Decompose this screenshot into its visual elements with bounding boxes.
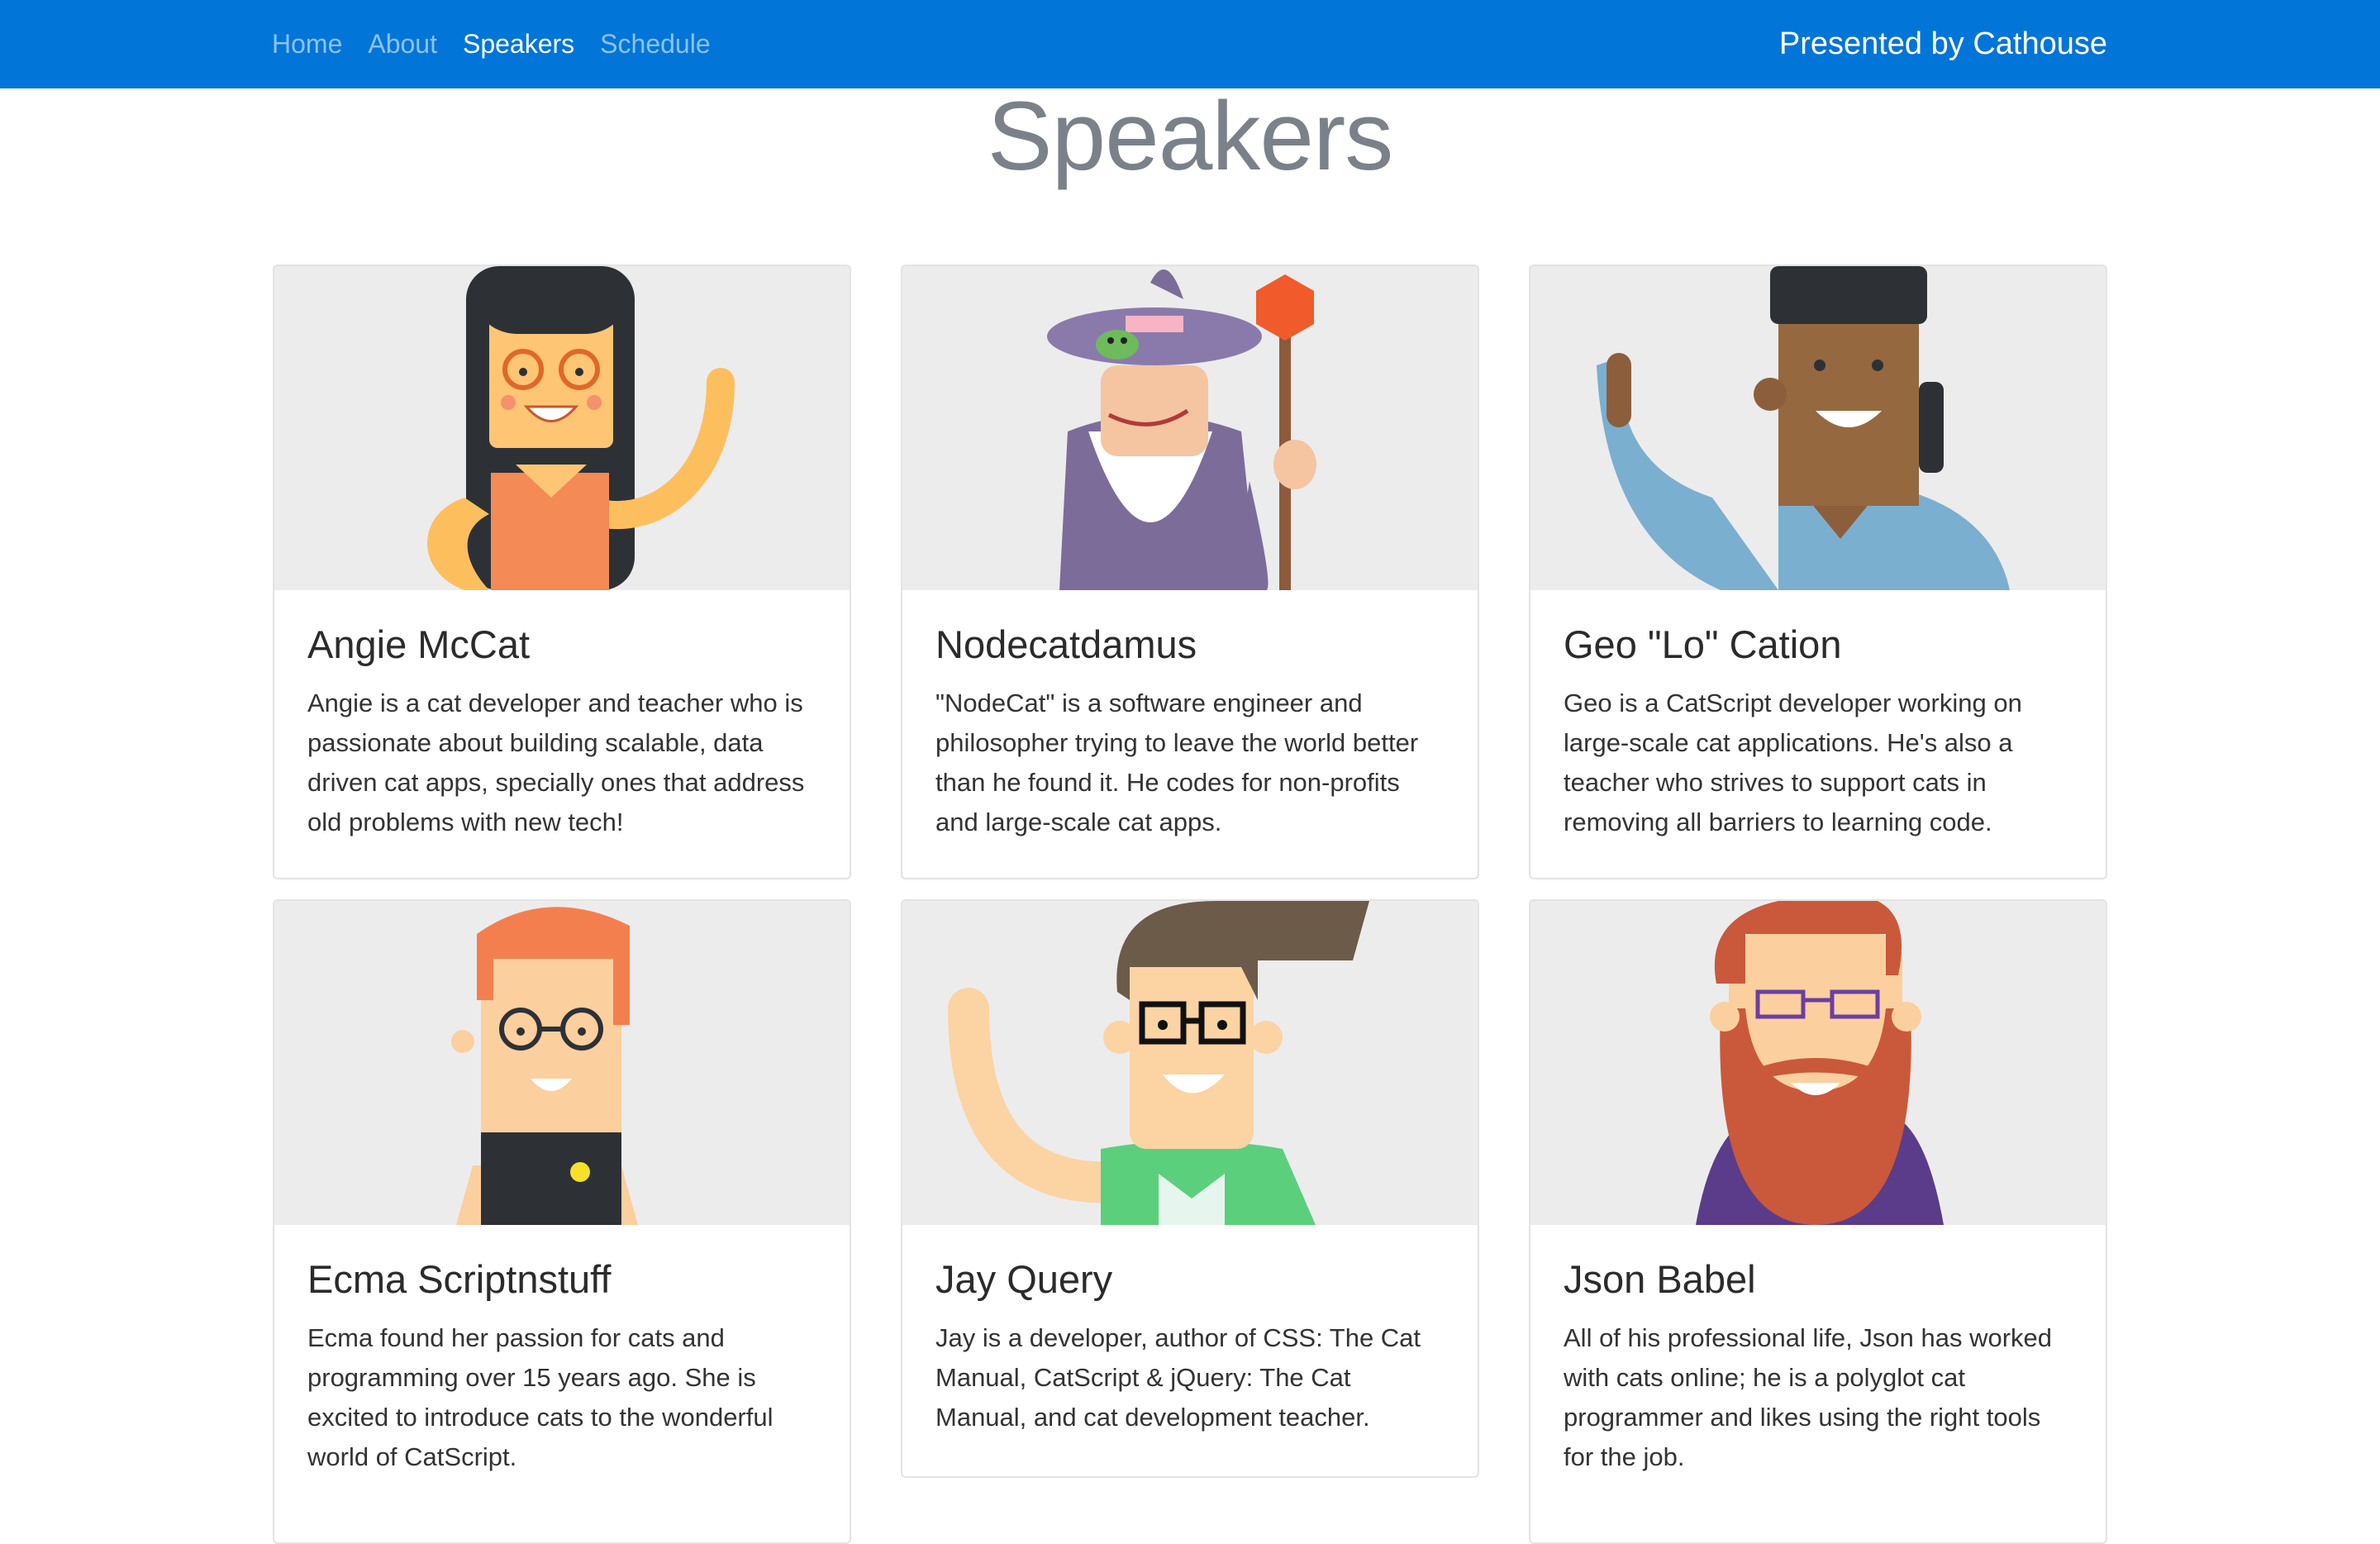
speaker-name: Ecma Scriptnstuff [307, 1257, 612, 1301]
speaker-name: Jay Query [935, 1257, 1113, 1301]
speaker-name: Nodecatdamus [935, 622, 1197, 666]
brand-text: Presented by Cathouse [1778, 26, 2107, 61]
speaker-illustration [902, 901, 1478, 1225]
card-body: Jay Query Jay is a developer, author of … [902, 1225, 1478, 1437]
speaker-illustration [1530, 266, 2106, 590]
speaker-name: Json Babel [1564, 1257, 1756, 1301]
speaker-illustration [274, 901, 850, 1225]
card-body: Json Babel All of his professional life,… [1530, 1225, 2106, 1477]
speaker-bio: Ecma found her passion for cats and prog… [307, 1323, 774, 1471]
speaker-illustration [902, 266, 1478, 590]
speaker-illustration [1530, 901, 2106, 1225]
card-body: Nodecatdamus "NodeCat" is a software eng… [902, 590, 1478, 842]
nav-link-schedule[interactable]: Schedule [600, 29, 710, 60]
card-body: Angie McCat Angie is a cat developer and… [274, 590, 850, 842]
speaker-card: Jay Query Jay is a developer, author of … [901, 899, 1479, 1478]
speaker-name: Geo "Lo" Cation [1564, 622, 1842, 666]
speaker-illustration [274, 266, 850, 590]
nav-link-speakers[interactable]: Speakers [463, 29, 574, 60]
speaker-card: Geo "Lo" Cation Geo is a CatScript devel… [1529, 264, 2107, 879]
speaker-card: Json Babel All of his professional life,… [1529, 899, 2107, 1544]
card-body: Geo "Lo" Cation Geo is a CatScript devel… [1530, 590, 2106, 842]
speaker-bio: Geo is a CatScript developer working on … [1564, 689, 2022, 836]
nav-link-home[interactable]: Home [272, 29, 342, 60]
page-title: Speakers [987, 82, 1394, 191]
speaker-bio: Angie is a cat developer and teacher who… [307, 689, 805, 836]
speaker-bio: "NodeCat" is a software engineer and phi… [935, 689, 1419, 836]
top-navbar: Home About Speakers Schedule Presented b… [0, 0, 2380, 88]
card-body: Ecma Scriptnstuff Ecma found her passion… [274, 1225, 850, 1477]
nav-link-about[interactable]: About [368, 29, 437, 60]
speaker-card: Nodecatdamus "NodeCat" is a software eng… [901, 264, 1479, 879]
speaker-card: Ecma Scriptnstuff Ecma found her passion… [273, 899, 851, 1544]
speaker-name: Angie McCat [307, 622, 531, 666]
speaker-bio: Jay is a developer, author of CSS: The C… [935, 1323, 1421, 1432]
speaker-bio: All of his professional life, Json has w… [1564, 1323, 2053, 1471]
speaker-card: Angie McCat Angie is a cat developer and… [273, 264, 851, 879]
nav-links: Home About Speakers Schedule [272, 0, 736, 88]
